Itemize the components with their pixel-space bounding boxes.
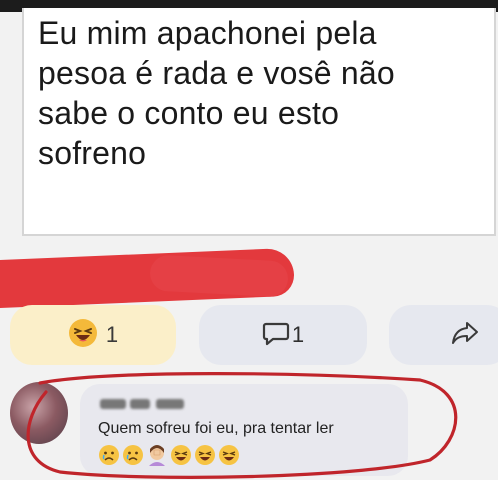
- laughing-face-icon: [68, 318, 98, 353]
- post-line-1: Eu mim apachonei pela: [38, 15, 377, 51]
- comment-button[interactable]: 1: [199, 305, 367, 365]
- red-scribble-redaction-part: [149, 254, 289, 298]
- comment-author-redacted[interactable]: [100, 396, 186, 412]
- post-line-4: sofreno: [38, 135, 147, 171]
- reaction-bar: 1 1: [0, 302, 498, 366]
- comment-count: 1: [291, 322, 305, 347]
- share-arrow-icon: [451, 320, 479, 351]
- laughing-face-icon: [195, 445, 215, 465]
- laugh-count: 1: [105, 322, 119, 347]
- comment-text: Quem sofreu foi eu, pra tentar ler: [98, 420, 334, 437]
- commenter-avatar[interactable]: [10, 382, 68, 444]
- post-line-3: sabe o conto eu esto: [38, 95, 340, 131]
- post-text: Eu mim apachonei pela pesoa é rada e vos…: [38, 13, 478, 173]
- laugh-reaction-button[interactable]: 1: [10, 305, 176, 365]
- redacted-name-part: [156, 399, 184, 409]
- laughing-face-icon: [171, 445, 191, 465]
- redacted-name-part: [130, 399, 150, 409]
- post-line-2: pesoa é rada e vosê não: [38, 55, 395, 91]
- crying-face-icon: [99, 445, 119, 465]
- facepalm-woman-icon: [149, 445, 165, 466]
- share-button[interactable]: [389, 305, 498, 365]
- comment-emojis: [98, 444, 240, 466]
- crying-face-icon: [123, 445, 143, 465]
- laughing-face-icon: [219, 445, 239, 465]
- comment-bubble-icon: [262, 319, 290, 352]
- redacted-name-part: [100, 399, 126, 409]
